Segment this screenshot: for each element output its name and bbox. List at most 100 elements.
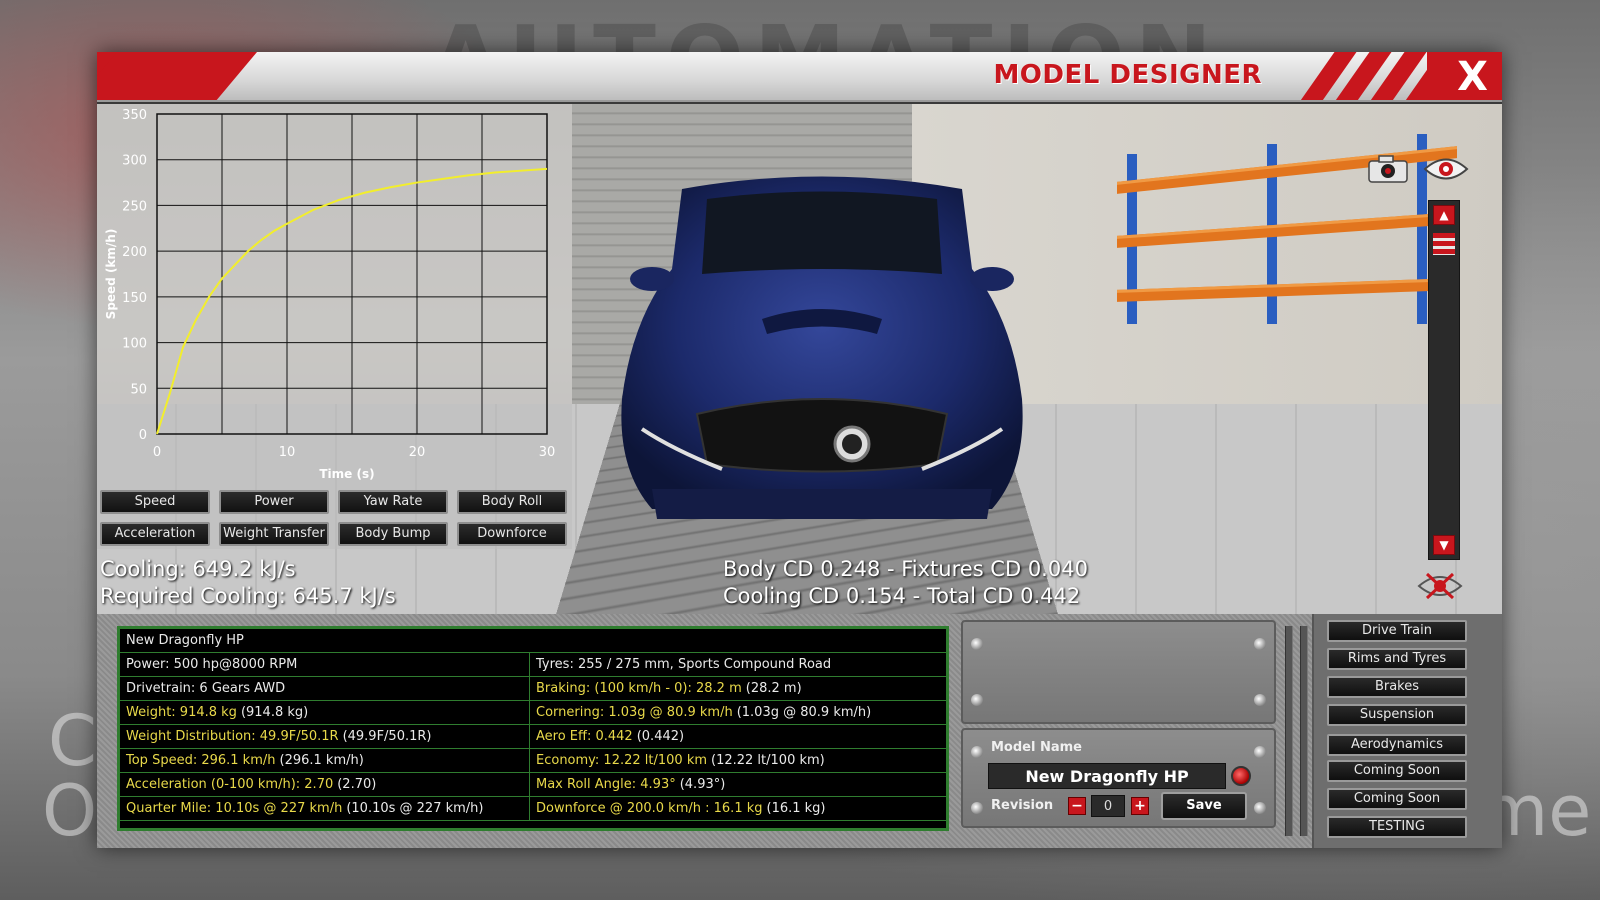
background-letter: O — [42, 770, 98, 852]
camera-icon[interactable] — [1367, 154, 1409, 184]
table-row: Weight: 914.8 kg (914.8 kg) Cornering: 1.0… — [120, 701, 946, 725]
info-value: Cornering: 1.03g @ 80.9 km/h — [536, 705, 733, 720]
panel-rail — [1285, 626, 1293, 836]
graph-speed-button[interactable]: Speed — [100, 490, 210, 514]
graph-downforce-button[interactable]: Downforce — [457, 522, 567, 546]
graph-weight-transfer-button[interactable]: Weight Transfer — [219, 522, 329, 546]
graph-power-button[interactable]: Power — [219, 490, 329, 514]
info-title: New Dragonfly HP — [126, 633, 244, 648]
info-title-row: New Dragonfly HP — [120, 629, 946, 653]
info-cell-right: Tyres: 255 / 275 mm, Sports Compound Roa… — [530, 653, 948, 677]
revision-minus-button[interactable]: − — [1068, 797, 1086, 815]
info-cell-left: Quarter Mile: 10.10s @ 227 km/h (10.10s @… — [120, 797, 530, 821]
scroll-thumb[interactable] — [1433, 233, 1455, 255]
y-tick-label: 0 — [139, 428, 147, 443]
revision-plus-button[interactable]: + — [1131, 797, 1149, 815]
info-value: Aero Eff: 0.442 — [536, 729, 633, 744]
info-value: Braking: (100 km/h - 0): 28.2 m — [536, 681, 742, 696]
cooling-total-cd: Cooling CD 0.154 - Total CD 0.442 — [723, 584, 1081, 608]
table-row: Drivetrain: 6 Gears AWD Braking: (100 km/… — [120, 677, 946, 701]
table-row: Top Speed: 296.1 km/h (296.1 km/h) Economy… — [120, 749, 946, 773]
x-tick-label: 0 — [153, 445, 161, 460]
model-name-plate: Model Name New Dragonfly HP Revision − 0… — [961, 728, 1276, 828]
info-value-compare: (16.1 kg) — [766, 801, 826, 816]
cooling-stats: Cooling: 649.2 kJ/s Required Cooling: 64… — [100, 556, 396, 610]
revision-label: Revision — [991, 798, 1054, 813]
bottom-panel: New Dragonfly HP Power: 500 hp@8000 RPM T… — [97, 614, 1502, 848]
scroll-up-arrow-icon[interactable]: ▲ — [1433, 205, 1455, 225]
y-tick-label: 300 — [122, 154, 147, 169]
info-cell-left: Power: 500 hp@8000 RPM — [120, 653, 530, 677]
info-value-compare: (28.2 m) — [745, 681, 802, 696]
graph-acceleration-button[interactable]: Acceleration — [100, 522, 210, 546]
menu-item-testing[interactable]: TESTING — [1327, 816, 1467, 838]
model-name-input[interactable]: New Dragonfly HP — [988, 763, 1226, 789]
y-tick-label: 250 — [122, 199, 147, 214]
info-value-compare: (296.1 km/h) — [279, 753, 364, 768]
zoom-scrollbar[interactable]: ▲ ▼ — [1428, 200, 1460, 560]
menu-item-aerodynamics[interactable]: Aerodynamics — [1327, 734, 1467, 756]
save-button[interactable]: Save — [1161, 792, 1247, 820]
revision-value: 0 — [1091, 795, 1125, 817]
info-value-compare: (12.22 lt/100 km) — [711, 753, 825, 768]
info-value: Tyres: 255 / 275 mm, Sports Compound Roa… — [536, 657, 832, 672]
info-value-compare: (49.9F/50.1R) — [342, 729, 432, 744]
menu-item-drive-train[interactable]: Drive Train — [1327, 620, 1467, 642]
info-value-compare: (4.93°) — [679, 777, 726, 792]
info-cell-right: Downforce @ 200.0 km/h : 16.1 kg (16.1 kg… — [530, 797, 948, 821]
info-value-compare: (1.03g @ 80.9 km/h) — [736, 705, 872, 720]
menu-item-coming-soon[interactable]: Coming Soon — [1327, 788, 1467, 810]
car-model-image — [621, 176, 1023, 519]
info-value: Drivetrain: 6 Gears AWD — [126, 681, 286, 696]
info-cell-left: Top Speed: 296.1 km/h (296.1 km/h) — [120, 749, 530, 773]
menu-item-rims-and-tyres[interactable]: Rims and Tyres — [1327, 648, 1467, 670]
graph-body-bump-button[interactable]: Body Bump — [338, 522, 448, 546]
info-value: Economy: 12.22 lt/100 km — [536, 753, 708, 768]
info-value-compare: (10.10s @ 227 km/h) — [346, 801, 484, 816]
title-bar: MODEL DESIGNER X — [97, 52, 1502, 102]
y-tick-label: 100 — [122, 337, 147, 352]
table-row: Power: 500 hp@8000 RPM Tyres: 255 / 275 m… — [120, 653, 946, 677]
info-cell-left: Weight Distribution: 49.9F/50.1R (49.9F/5… — [120, 725, 530, 749]
scroll-down-arrow-icon[interactable]: ▼ — [1433, 535, 1455, 555]
y-tick-label: 150 — [122, 291, 147, 306]
menu-item-suspension[interactable]: Suspension — [1327, 704, 1467, 726]
info-value: Weight: 914.8 kg — [126, 705, 237, 720]
randomize-name-knob[interactable] — [1231, 766, 1251, 786]
graph-yaw-rate-button[interactable]: Yaw Rate — [338, 490, 448, 514]
panel-rail — [1300, 626, 1308, 836]
info-value: Power: 500 hp@8000 RPM — [126, 657, 298, 672]
hide-eye-icon[interactable] — [1417, 570, 1463, 602]
menu-item-coming-soon[interactable]: Coming Soon — [1327, 760, 1467, 782]
blank-plate — [961, 620, 1276, 724]
info-value-compare: (914.8 kg) — [240, 705, 309, 720]
model-designer-window: MODEL DESIGNER X ▲ ▼ 0 50 100 150 200 25… — [97, 52, 1502, 848]
x-axis-label: Time (s) — [319, 467, 374, 481]
table-row: Weight Distribution: 49.9F/50.1R (49.9F/5… — [120, 725, 946, 749]
table-row: Quarter Mile: 10.10s @ 227 km/h (10.10s @… — [120, 797, 946, 821]
eye-icon[interactable] — [1423, 154, 1469, 184]
info-cell-right: Max Roll Angle: 4.93° (4.93°) — [530, 773, 948, 797]
info-value: Top Speed: 296.1 km/h — [126, 753, 276, 768]
window-title: MODEL DESIGNER — [993, 60, 1262, 90]
category-menu: Drive Train Rims and Tyres Brakes Suspensio… — [1312, 614, 1502, 848]
menu-item-brakes[interactable]: Brakes — [1327, 676, 1467, 698]
speed-chart: 0 50 100 150 200 250 300 350 0 10 20 30 Time (s) Spee… — [104, 108, 555, 481]
car-model — [612, 169, 1032, 554]
model-name-label: Model Name — [991, 740, 1082, 755]
drag-stats: Body CD 0.248 - Fixtures CD 0.040 Coolin… — [723, 556, 1088, 610]
y-axis-label: Speed (km/h) — [104, 229, 118, 320]
x-tick-label: 20 — [409, 445, 426, 460]
info-value: Downforce @ 200.0 km/h : 16.1 kg — [536, 801, 763, 816]
table-row: Acceleration (0-100 km/h): 2.70 (2.70) Max… — [120, 773, 946, 797]
info-value: Quarter Mile: 10.10s @ 227 km/h — [126, 801, 343, 816]
graph-body-roll-button[interactable]: Body Roll — [457, 490, 567, 514]
y-tick-label: 200 — [122, 245, 147, 260]
info-value: Acceleration (0-100 km/h): 2.70 — [126, 777, 334, 792]
info-value-compare: (2.70) — [337, 777, 377, 792]
close-button[interactable]: X — [1457, 54, 1488, 100]
info-cell-left: Drivetrain: 6 Gears AWD — [120, 677, 530, 701]
model-info-table: New Dragonfly HP Power: 500 hp@8000 RPM T… — [117, 626, 949, 831]
required-cooling-value: Required Cooling: 645.7 kJ/s — [100, 584, 396, 608]
x-tick-label: 10 — [279, 445, 296, 460]
